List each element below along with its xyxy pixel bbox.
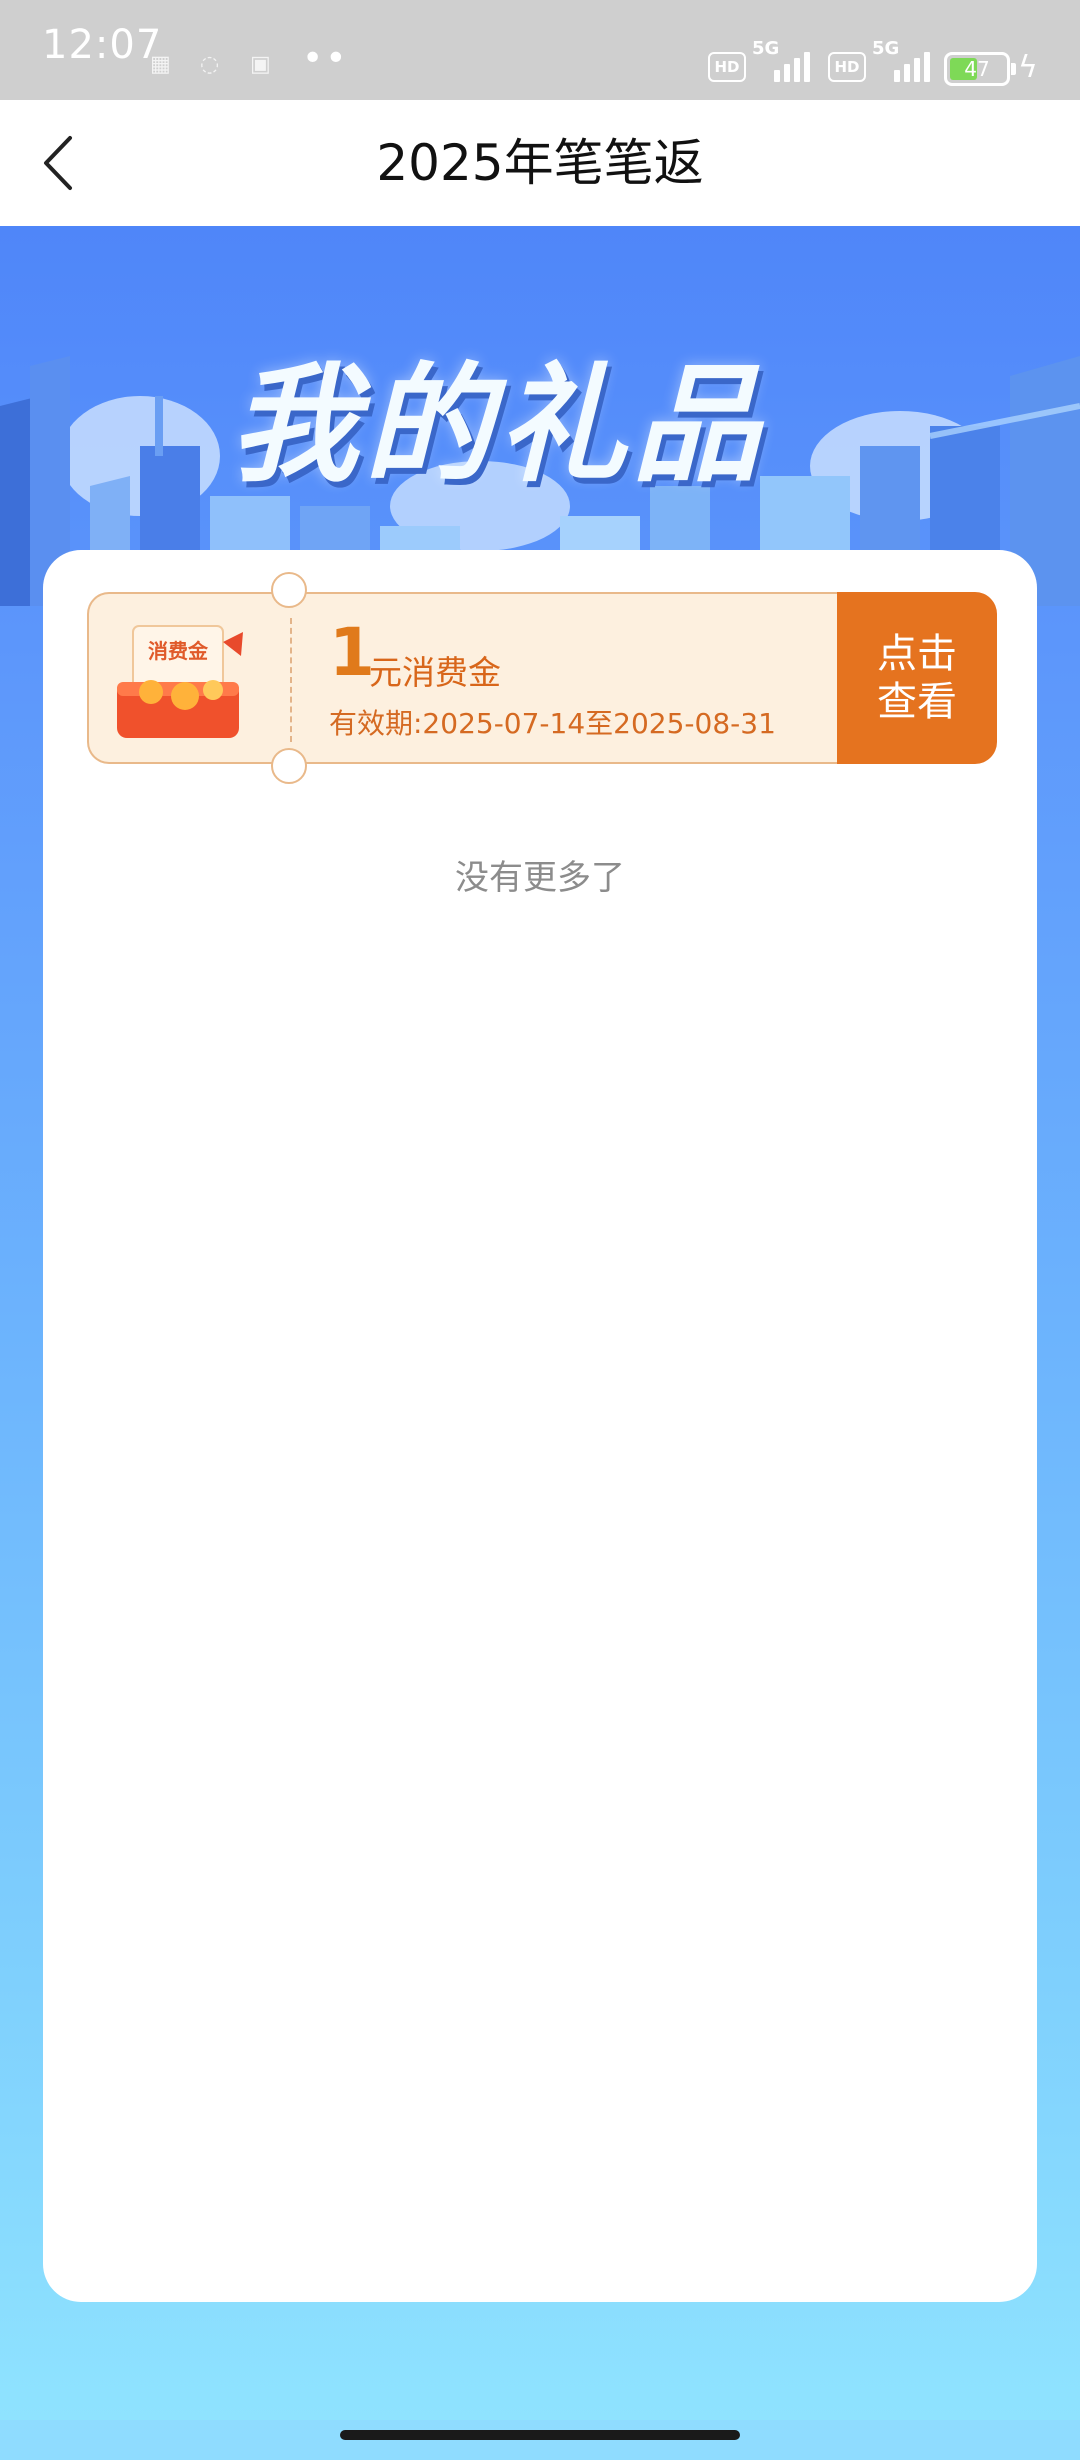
- status-bar: 12:07 ▦ ◌ ▣ •• HD 5G HD 5G 47 ϟ: [0, 0, 1080, 100]
- network-type: 5G: [872, 38, 900, 59]
- battery-icon: 47: [944, 52, 1016, 86]
- hd-badge: HD: [828, 52, 866, 82]
- coupon-body: 消费金 1 元消费金 有效期:2025-07-14至2025-08-31: [87, 592, 837, 764]
- list-end-text: 没有更多了: [455, 858, 625, 898]
- view-button-line2: 查看: [877, 679, 957, 725]
- signal-icon: 5G: [752, 38, 822, 82]
- navigation-bar: 2025年笔笔返: [0, 100, 1080, 226]
- gift-box-icon: 消费金: [103, 612, 253, 748]
- charging-icon: ϟ: [1018, 50, 1038, 85]
- hero-title: 我的礼品: [230, 351, 767, 500]
- notification-icon: ▦: [150, 52, 171, 77]
- view-coupon-button[interactable]: 点击 查看: [837, 592, 997, 764]
- coupon-unit-label: 元消费金: [369, 653, 501, 692]
- network-type: 5G: [752, 38, 780, 59]
- coupon-notch: [271, 572, 307, 608]
- notification-icon: ▣: [250, 52, 271, 77]
- more-notifications-icon: ••: [302, 38, 349, 79]
- home-indicator[interactable]: [340, 2430, 740, 2440]
- back-button[interactable]: [24, 124, 102, 202]
- gift-list-card: 消费金 1 元消费金 有效期:2025-07-14至2025-08-31 点击 …: [43, 550, 1037, 2302]
- gift-label: 消费金: [148, 639, 209, 663]
- notification-icon: ◌: [200, 52, 220, 77]
- coupon-item[interactable]: 消费金 1 元消费金 有效期:2025-07-14至2025-08-31 点击 …: [87, 572, 997, 784]
- perforation-line: [290, 618, 292, 742]
- hd-badge: HD: [708, 52, 746, 82]
- chevron-left-icon: [44, 136, 72, 190]
- status-time: 12:07: [42, 22, 163, 68]
- page-title: 2025年笔笔返: [376, 134, 704, 192]
- signal-icon: 5G: [872, 38, 942, 82]
- coupon-notch: [271, 748, 307, 784]
- view-button-line1: 点击: [877, 631, 957, 677]
- battery-level: 47: [964, 57, 990, 81]
- coupon-validity: 有效期:2025-07-14至2025-08-31: [329, 707, 776, 740]
